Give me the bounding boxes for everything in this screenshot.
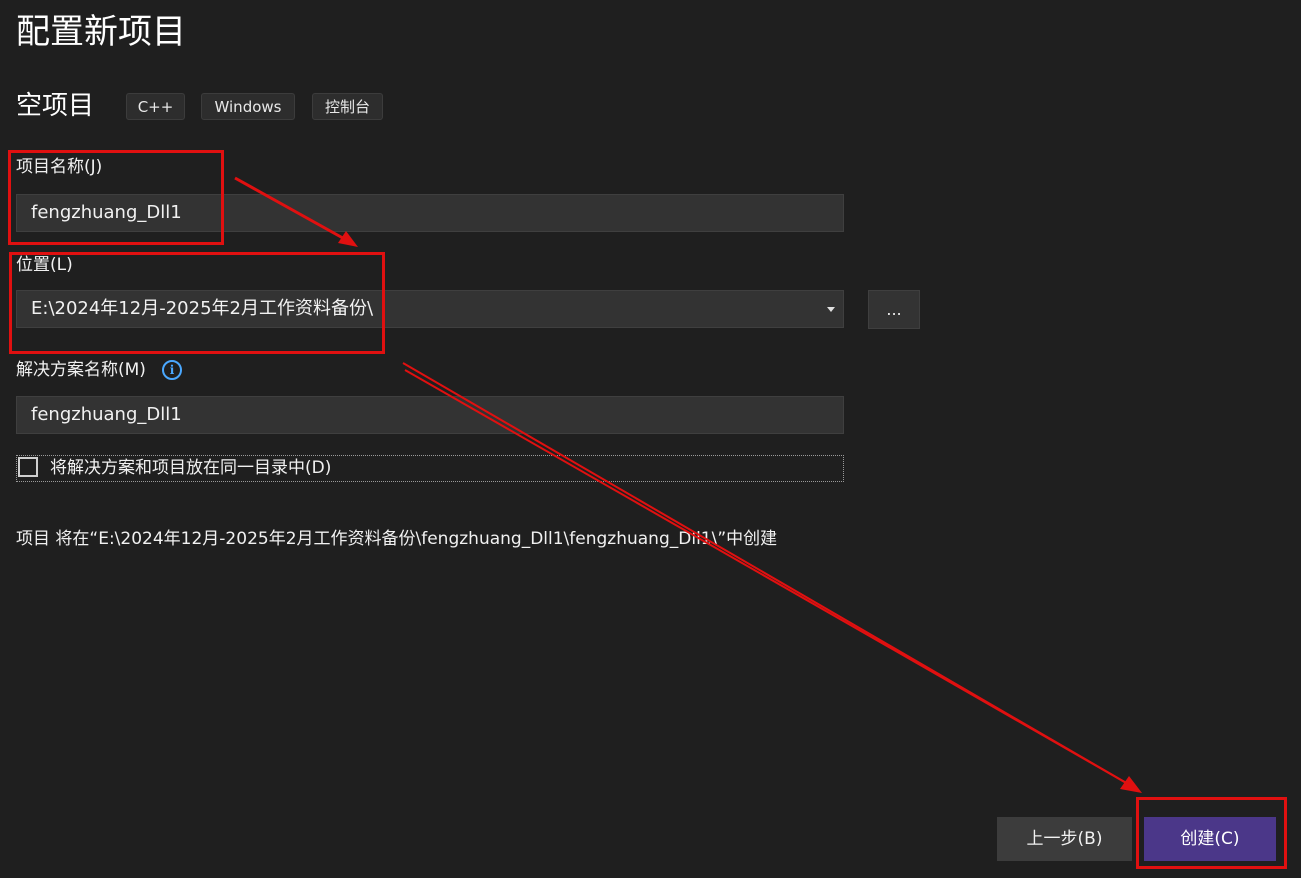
- solution-name-input[interactable]: fengzhuang_Dll1: [16, 396, 844, 434]
- dropdown-caret-icon[interactable]: [827, 307, 835, 312]
- annotation-box-create: [1136, 797, 1287, 869]
- same-dir-checkbox[interactable]: [18, 457, 38, 477]
- annotation-arrow-head: [338, 231, 358, 247]
- tag-windows: Windows: [201, 93, 295, 120]
- same-dir-checkbox-label[interactable]: 将解决方案和项目放在同一目录中(D): [50, 456, 331, 481]
- annotation-box-location: [9, 252, 385, 354]
- solution-name-label: 解决方案名称(M): [16, 360, 146, 380]
- annotation-arrows: [234, 176, 1142, 793]
- tag-console: 控制台: [312, 93, 383, 120]
- back-button[interactable]: 上一步(B): [997, 817, 1132, 861]
- template-name: 空项目: [16, 91, 95, 121]
- tag-cpp: C++: [126, 93, 185, 120]
- info-icon[interactable]: i: [162, 360, 182, 380]
- same-dir-checkbox-row[interactable]: 将解决方案和项目放在同一目录中(D): [16, 455, 844, 482]
- page-title: 配置新项目: [16, 12, 186, 52]
- project-path-note: 项目 将在“E:\2024年12月-2025年2月工作资料备份\fengzhua…: [16, 529, 778, 549]
- browse-button[interactable]: ...: [868, 290, 920, 329]
- annotation-box-project-name: [8, 150, 224, 245]
- annotation-arrow-head: [1120, 776, 1142, 793]
